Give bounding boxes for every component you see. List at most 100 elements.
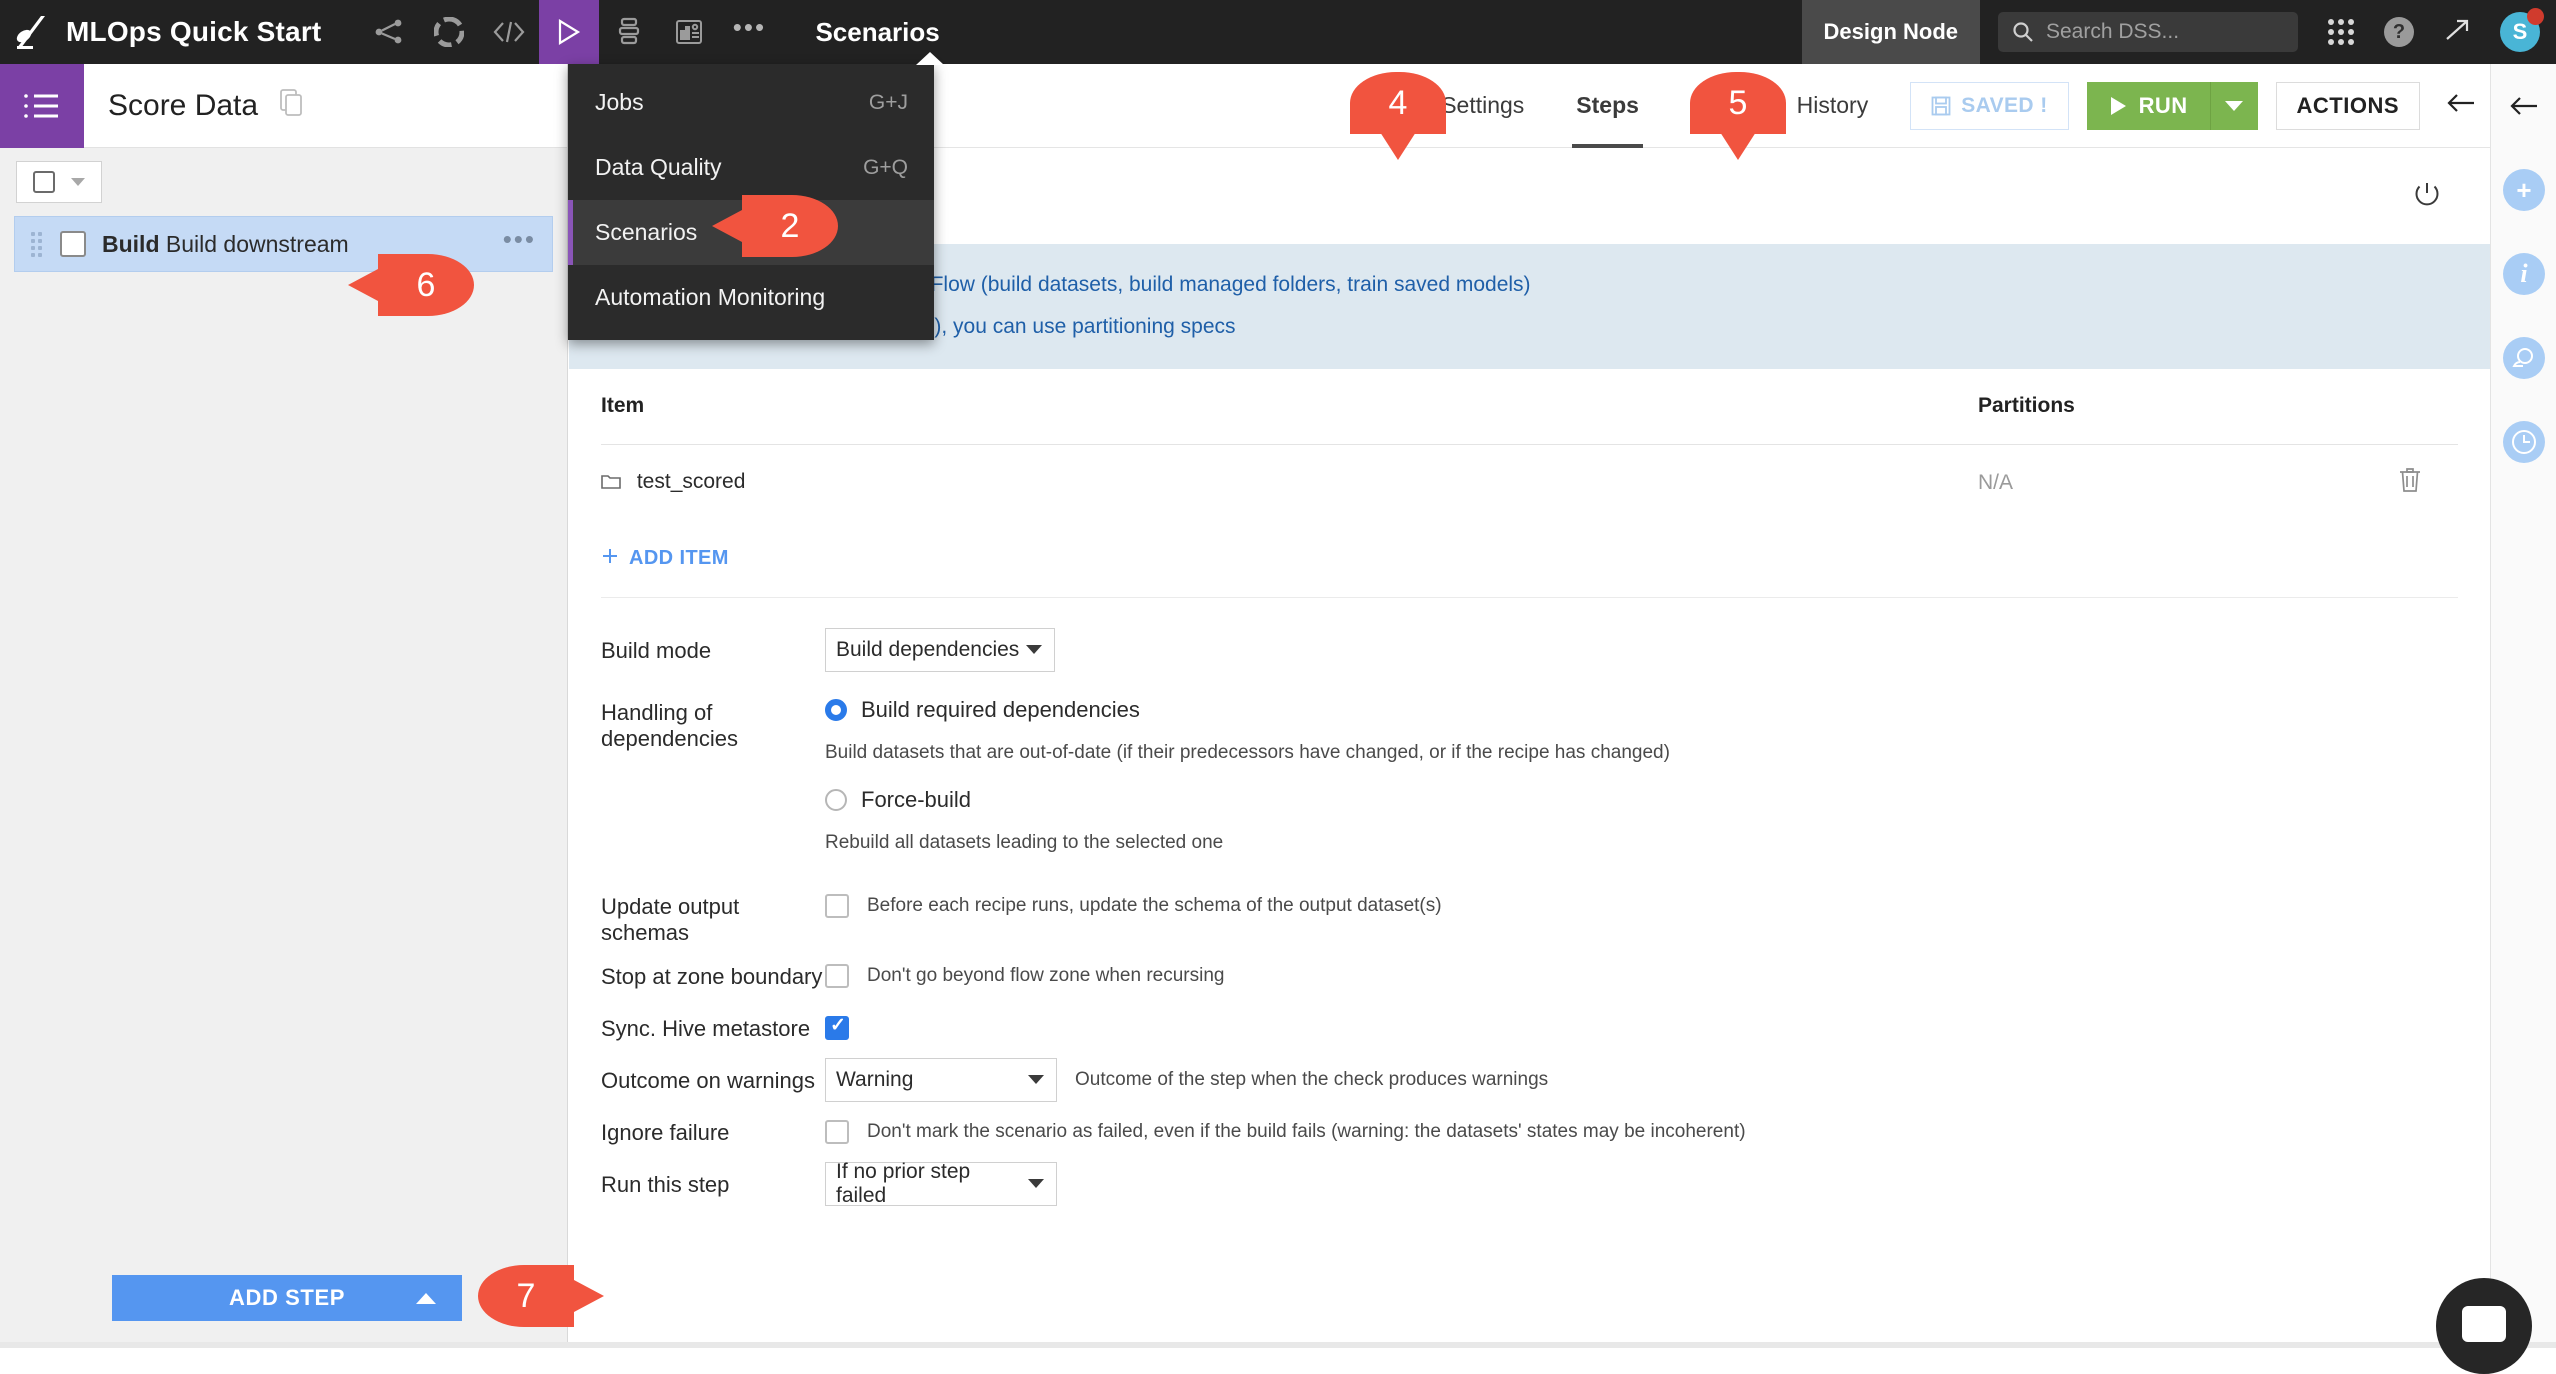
automation-icon[interactable]	[599, 0, 659, 64]
rail-history-button[interactable]	[2491, 400, 2556, 484]
run-this-step-select[interactable]: If no prior step failed	[825, 1162, 1057, 1206]
outcome-on-warnings-control: Warning Outcome of the step when the che…	[825, 1058, 2458, 1102]
power-toggle-icon[interactable]	[2412, 179, 2442, 214]
project-title[interactable]: MLOps Quick Start	[66, 16, 321, 48]
radio-build-required[interactable]: Build required dependencies	[825, 690, 2458, 730]
select-all-control[interactable]	[16, 161, 102, 203]
menu-item-data-quality-label: Data Quality	[595, 154, 722, 181]
step-options-icon[interactable]: •••	[503, 224, 536, 265]
add-step-button[interactable]: ADD STEP	[112, 1275, 462, 1321]
build-mode-control: Build dependencies then these ite	[825, 628, 2458, 672]
update-output-schemas-label: Update output schemas	[601, 884, 825, 946]
update-output-schemas-row: Update output schemas Before each recipe…	[601, 884, 2458, 946]
menu-caret	[916, 52, 944, 65]
ignore-failure-checkbox[interactable]	[825, 1120, 849, 1144]
saved-label: SAVED !	[1961, 94, 2047, 118]
back-arrow-icon[interactable]	[2446, 92, 2476, 119]
copy-icon[interactable]	[280, 89, 304, 122]
radio-force-build[interactable]: Force-build	[825, 780, 2458, 820]
update-output-schemas-checkbox[interactable]	[825, 894, 849, 918]
step-checkbox[interactable]	[60, 231, 86, 257]
search-icon	[2012, 21, 2034, 43]
menu-item-automation-monitoring[interactable]: Automation Monitoring	[568, 265, 934, 330]
run-this-step-label: Run this step	[601, 1162, 825, 1198]
rail-discussions-button[interactable]	[2491, 316, 2556, 400]
menu-item-scenarios-label: Scenarios	[595, 219, 697, 246]
table-row[interactable]: test_scored N/A	[601, 445, 2458, 521]
callout-2: 2	[742, 195, 838, 257]
radio-build-required-input[interactable]	[825, 699, 847, 721]
update-output-schemas-control: Before each recipe runs, update the sche…	[825, 884, 2458, 928]
build-mode-select[interactable]: Build dependencies then these ite	[825, 628, 1055, 672]
sync-hive-metastore-checkbox[interactable]	[825, 1016, 849, 1040]
flow-icon[interactable]	[359, 0, 419, 64]
run-dropdown-button[interactable]	[2210, 82, 2258, 130]
dashboard-icon[interactable]	[659, 0, 719, 64]
tab-steps[interactable]: Steps	[1550, 64, 1665, 148]
run-button[interactable]: RUN	[2087, 82, 2210, 130]
chevron-down-icon	[1026, 645, 1042, 654]
dataiku-logo-icon[interactable]	[0, 0, 64, 64]
sync-hive-metastore-row: Sync. Hive metastore	[601, 1006, 2458, 1050]
scenarios-play-icon[interactable]	[539, 0, 599, 64]
menu-item-data-quality-shortcut: G+Q	[863, 156, 908, 180]
ignore-failure-label: Ignore failure	[601, 1110, 825, 1146]
menu-item-data-quality[interactable]: Data Quality G+Q	[568, 135, 934, 200]
rail-add-button[interactable]: +	[2491, 148, 2556, 232]
step-type: Build	[102, 231, 160, 257]
radio-build-required-label: Build required dependencies	[861, 697, 1140, 723]
add-item-label: ADD ITEM	[629, 547, 729, 570]
page-title: Score Data	[108, 89, 258, 123]
chevron-down-icon[interactable]	[71, 178, 85, 186]
trend-arrow-icon[interactable]	[2444, 17, 2472, 48]
item-cell: test_scored	[601, 470, 1978, 496]
outcome-on-warnings-row: Outcome on warnings Warning Outcome of t…	[601, 1058, 2458, 1102]
radio-build-required-hint: Build datasets that are out-of-date (if …	[825, 742, 2458, 764]
outcome-on-warnings-select[interactable]: Warning	[825, 1058, 1057, 1102]
sidebar-header: Score Data	[0, 64, 567, 148]
info-icon: i	[2503, 253, 2545, 295]
search-input[interactable]: Search DSS...	[1998, 12, 2298, 52]
help-chat-fab[interactable]	[2436, 1278, 2532, 1374]
menu-item-jobs[interactable]: Jobs G+J	[568, 70, 934, 135]
actions-button[interactable]: ACTIONS	[2276, 82, 2421, 130]
delete-row-button[interactable]	[2398, 467, 2458, 499]
radio-force-build-input[interactable]	[825, 789, 847, 811]
stop-at-zone-boundary-label: Stop at zone boundary	[601, 954, 825, 990]
stop-at-zone-boundary-control: Don't go beyond flow zone when recursing	[825, 954, 2458, 998]
search-placeholder: Search DSS...	[2046, 20, 2179, 44]
back-arrow-icon	[2509, 95, 2539, 117]
plus-icon: +	[2503, 169, 2545, 211]
select-all-checkbox[interactable]	[33, 171, 55, 193]
steps-sidebar: Score Data Build Build downstream ••• AD…	[0, 64, 568, 1348]
tab-history[interactable]: History	[1771, 64, 1895, 148]
step-list-item[interactable]: Build Build downstream •••	[14, 216, 553, 272]
chevron-up-icon	[416, 1293, 436, 1304]
add-item-button[interactable]: ADD ITEM	[601, 547, 2458, 598]
more-icon[interactable]: •••	[719, 0, 779, 64]
history-clock-icon	[2503, 421, 2545, 463]
top-nav-icons: •••	[359, 0, 779, 64]
build-mode-row: Build mode Build dependencies then these…	[601, 628, 2458, 672]
help-icon[interactable]: ?	[2384, 17, 2414, 47]
apps-grid-icon[interactable]	[2328, 19, 2354, 45]
drag-handle-icon[interactable]	[31, 232, 42, 257]
top-bar: MLOps Quick Start ••• Scenarios Design N…	[0, 0, 2556, 64]
callout-6: 6	[378, 254, 474, 316]
lab-icon[interactable]	[419, 0, 479, 64]
ignore-failure-control: Don't mark the scenario as failed, even …	[825, 1110, 2458, 1154]
section-title: Scenarios	[815, 17, 939, 48]
stop-at-zone-boundary-checkbox[interactable]	[825, 964, 849, 988]
radio-force-build-hint: Rebuild all datasets leading to the sele…	[825, 832, 2458, 854]
saved-button[interactable]: SAVED !	[1910, 82, 2068, 130]
rail-info-button[interactable]: i	[2491, 232, 2556, 316]
rail-back-button[interactable]	[2491, 64, 2556, 148]
callout-4: 4	[1350, 72, 1446, 134]
handling-dependencies-label: Handling of dependencies	[601, 690, 825, 752]
avatar[interactable]: S	[2500, 12, 2540, 52]
step-label: Build Build downstream	[102, 231, 349, 258]
scenario-list-icon[interactable]	[0, 64, 84, 148]
sync-hive-metastore-label: Sync. Hive metastore	[601, 1006, 825, 1042]
code-icon[interactable]	[479, 0, 539, 64]
sync-hive-metastore-control	[825, 1006, 2458, 1050]
